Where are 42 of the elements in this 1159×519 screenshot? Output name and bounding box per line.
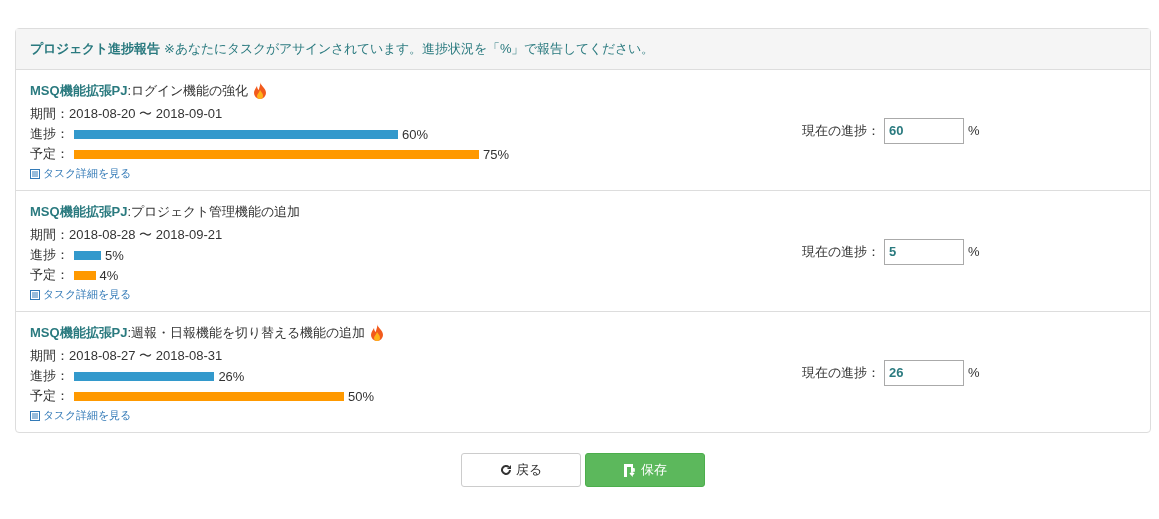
- progress-reading: 5%: [105, 247, 124, 263]
- plan-label: 予定：: [30, 266, 70, 284]
- progress-reading: 26%: [218, 368, 245, 384]
- task-period: 期間：2018-08-28 〜 2018-09-21: [30, 226, 223, 244]
- save-icon: [623, 463, 637, 477]
- percent-unit: %: [968, 365, 980, 380]
- percent-unit: %: [968, 123, 980, 138]
- plan-reading: 4%: [99, 267, 119, 283]
- panel-title: プロジェクト進捗報告: [30, 40, 160, 58]
- list-icon: [30, 168, 40, 179]
- plan-label: 予定：: [30, 145, 70, 163]
- task-title: MSQ機能拡張PJ:プロジェクト管理機能の追加: [30, 203, 301, 221]
- list-icon: [30, 410, 40, 421]
- current-progress-label: 現在の進捗：: [802, 121, 880, 140]
- progress-input[interactable]: 26: [884, 359, 964, 386]
- list-icon: [30, 289, 40, 300]
- back-button[interactable]: 戻る: [461, 453, 581, 487]
- progress-label: 進捗：: [30, 367, 70, 385]
- flame-icon: [369, 324, 386, 342]
- plan-bar: [74, 270, 96, 280]
- progress-reading: 60%: [402, 126, 429, 142]
- task-period: 期間：2018-08-27 〜 2018-08-31: [30, 347, 223, 365]
- progress-bar: [74, 250, 101, 260]
- plan-reading: 75%: [483, 146, 510, 162]
- current-progress-label: 現在の進捗：: [802, 363, 880, 382]
- plan-reading: 50%: [348, 388, 375, 404]
- progress-input[interactable]: 5: [884, 238, 964, 265]
- panel-note: ※あなたにタスクがアサインされています。進捗状況を「%」で報告してください。: [164, 40, 655, 58]
- task-detail-link[interactable]: タスク詳細を見る: [30, 287, 131, 302]
- current-progress-label: 現在の進捗：: [802, 242, 880, 261]
- progress-label: 進捗：: [30, 125, 70, 143]
- percent-unit: %: [968, 244, 980, 259]
- progress-input[interactable]: 60: [884, 117, 964, 144]
- task-detail-link[interactable]: タスク詳細を見る: [30, 408, 131, 423]
- task-detail-link[interactable]: タスク詳細を見る: [30, 166, 131, 181]
- plan-label: 予定：: [30, 387, 70, 405]
- task-title: MSQ機能拡張PJ:週報・日報機能を切り替える機能の追加: [30, 324, 366, 342]
- task-period: 期間：2018-08-20 〜 2018-09-01: [30, 105, 223, 123]
- refresh-icon: [500, 464, 512, 476]
- progress-label: 進捗：: [30, 246, 70, 264]
- flame-icon: [252, 82, 269, 100]
- task-title: MSQ機能拡張PJ:ログイン機能の強化: [30, 82, 249, 100]
